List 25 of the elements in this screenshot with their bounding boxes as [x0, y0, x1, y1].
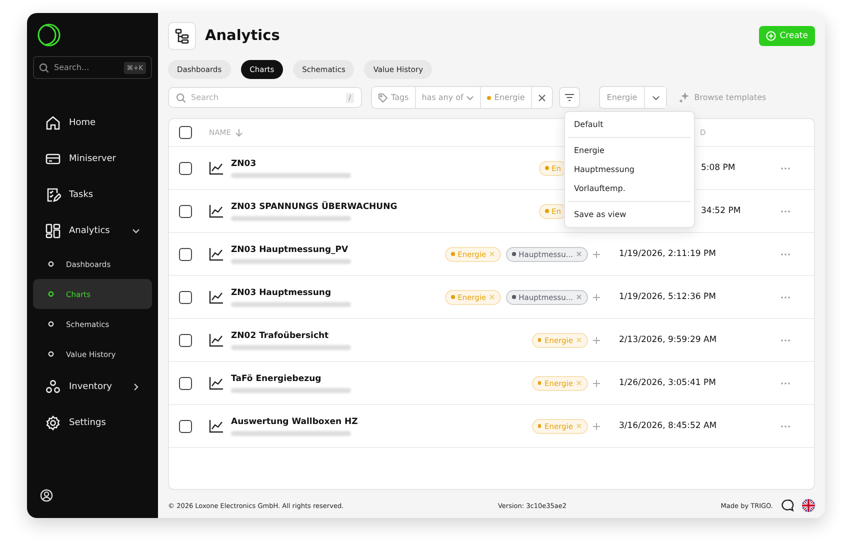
search-placeholder: Search...: [54, 63, 90, 72]
chart-name[interactable]: ZN03: [231, 158, 451, 168]
date-cell-text: 3/16/2026, 8:45:52 AM: [619, 421, 718, 431]
nav-item[interactable]: Miniserver: [33, 141, 152, 177]
date-cell-text: 1/26/2026, 3:05:41 PM: [619, 378, 717, 388]
menu-item[interactable]: Vorlauftemp.: [568, 179, 691, 198]
chart-name[interactable]: ZN02 Trafoübersicht: [231, 330, 451, 340]
nav-item[interactable]: Analytics: [33, 213, 152, 249]
chart-name[interactable]: ZN03 SPANNUNGS ÜBERWACHUNG: [231, 202, 451, 212]
menu-item[interactable]: Hauptmessung: [568, 160, 691, 179]
chart-name[interactable]: TaFö Energiebezug: [231, 374, 451, 384]
nav-item[interactable]: Tasks: [33, 177, 152, 213]
search-placeholder: Search: [191, 93, 220, 102]
date-cell-text: 2/13/2026, 9:59:29 AM: [619, 335, 718, 345]
date-cell-text: 1/19/2026, 5:12:36 PM: [619, 292, 717, 302]
nav-item[interactable]: Home: [33, 105, 152, 141]
menu-item[interactable]: Default: [568, 115, 691, 134]
chart-name[interactable]: Auswertung Wallboxen HZ: [231, 416, 451, 426]
nav-item[interactable]: Inventory: [33, 369, 152, 405]
date-cell-text: 1/19/2026, 2:11:19 PM: [619, 249, 717, 259]
nav-item[interactable]: Settings: [33, 405, 152, 441]
menu-item[interactable]: Save as view: [568, 205, 691, 224]
menu-item[interactable]: Energie: [568, 141, 691, 160]
tags-filter-label: Tags: [372, 87, 416, 108]
page-title: Analytics: [205, 28, 281, 44]
